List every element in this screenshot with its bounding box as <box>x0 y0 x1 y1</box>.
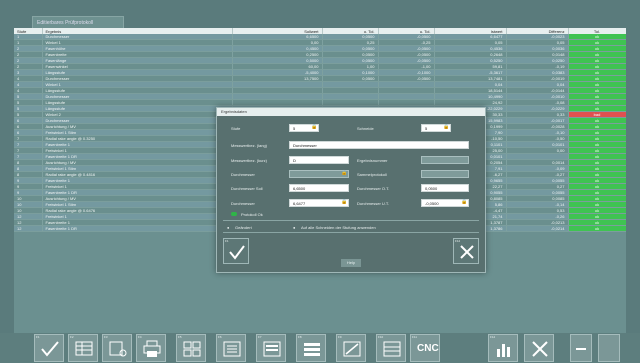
protokoll-ok-toggle[interactable] <box>231 212 237 216</box>
f8-sort-button[interactable]: F8 <box>296 334 326 362</box>
lock-icon: 🔒 <box>461 199 468 205</box>
differenz-cell: -0,0214 <box>506 225 569 232</box>
ergebnis-cell: Fasenbreite 1 DR <box>42 225 233 232</box>
cancel-toolbar-button[interactable] <box>524 334 554 362</box>
checkmark-icon <box>229 245 245 260</box>
key-label: F10 <box>378 335 384 339</box>
minimize-button[interactable] <box>570 334 592 362</box>
protokoll-ok-label: Protokoll Ok <box>241 212 263 217</box>
f12-statistics-button[interactable]: F12 <box>488 334 518 362</box>
messwert-lang-label: Messwertbez. (lang) <box>231 143 268 148</box>
soll-field[interactable]: 6,6500 <box>289 184 349 192</box>
key-label: F6 <box>218 335 222 339</box>
key-label: F1 <box>36 335 40 339</box>
sammelprotokoll-label: Sammelprotokoll <box>357 172 387 177</box>
lock-icon: 🔒 <box>443 124 450 130</box>
minus-icon <box>576 348 586 350</box>
settings-table-icon <box>109 341 127 357</box>
schneide-label: Schneide <box>357 126 374 131</box>
f1-confirm-button[interactable]: F1 <box>34 334 64 362</box>
ergebnisnummer-field[interactable] <box>421 156 469 164</box>
sort-icon <box>304 343 320 356</box>
key-label: F2 <box>70 335 74 339</box>
stufe-cell: 12 <box>14 225 43 232</box>
utol-label: Durchmesser U.T. <box>357 201 390 206</box>
export-table-icon <box>383 341 401 357</box>
key-label: F5 <box>178 335 182 339</box>
edit-table-icon <box>343 341 361 357</box>
f6-list-button[interactable]: F6 <box>216 334 246 362</box>
key-label: F3 <box>104 335 108 339</box>
key-label: F11 <box>412 335 417 339</box>
function-key-toolbar: F1 F2 F3 F4 F5 F6 F7 F8 F9 F10 F11 CNC F… <box>0 333 640 363</box>
key-label: F7 <box>258 335 262 339</box>
option-geaendert-label: Geändert <box>235 225 252 230</box>
dialog-title: Ergebnisdaten <box>217 108 485 116</box>
lock-icon: 🔒 <box>341 170 348 176</box>
divider <box>223 232 479 233</box>
result-data-dialog: Ergebnisdaten Stufe 5 🔒 Schneide 5 🔒 Mes… <box>216 107 486 273</box>
option-apply-all-label: Auf alle Schneiden der Stufung anwenden <box>301 225 376 230</box>
f11-cnc-button[interactable]: F11 CNC <box>410 334 440 362</box>
key-label: F9 <box>338 335 342 339</box>
key-label: F4 <box>138 335 142 339</box>
radio-icon[interactable]: ● <box>293 225 295 230</box>
tolerance-status: ok <box>568 225 626 232</box>
tab-bar: Editierbares Prüfprotokoll <box>14 6 626 28</box>
key-label: F8 <box>298 335 302 339</box>
lock-icon: 🔒 <box>311 124 318 130</box>
app-window: Editierbares Prüfprotokoll Stufe Ergebni… <box>0 0 640 363</box>
durchmesser-field[interactable] <box>289 170 349 178</box>
f4-print-button[interactable]: F4 <box>136 334 166 362</box>
f3-settings-button[interactable]: F3 <box>102 334 132 362</box>
bar-chart-icon <box>497 344 510 357</box>
close-icon <box>532 341 548 357</box>
f7-document-button[interactable]: F7 <box>256 334 286 362</box>
f5-grid-button[interactable]: F5 <box>176 334 206 362</box>
close-icon <box>460 245 474 259</box>
ist-field[interactable]: 6,6477 <box>289 199 349 207</box>
stufe-label: Stufe <box>231 126 241 131</box>
f10-export-button[interactable]: F10 <box>376 334 406 362</box>
soll-label: Durchmesser Soll <box>231 186 263 191</box>
ergebnisnummer-label: Ergebnisnummer <box>357 158 388 163</box>
f9-edit-table-button[interactable]: F9 <box>336 334 366 362</box>
checkmark-icon <box>41 341 59 357</box>
document-icon <box>263 341 281 357</box>
list-icon <box>223 341 241 357</box>
radio-icon[interactable]: ● <box>227 225 229 230</box>
otol-field[interactable]: 0,0500 <box>421 184 469 192</box>
cancel-button[interactable]: F12 <box>453 238 479 264</box>
grid-icon <box>183 341 201 357</box>
otol-label: Durchmesser O.T. <box>357 186 390 191</box>
printer-icon <box>143 340 161 357</box>
messwert-lang-field[interactable]: Durchmesser <box>289 141 469 149</box>
durchmesser-label: Durchmesser <box>231 172 255 177</box>
sammelprotokoll-field[interactable] <box>421 170 469 178</box>
help-button[interactable]: Help <box>341 259 361 267</box>
table-icon <box>75 341 93 356</box>
cnc-label: CNC <box>417 343 439 354</box>
lock-icon: 🔒 <box>341 199 348 205</box>
messwert-kurz-label: Messwertbez. (kurz) <box>231 158 268 163</box>
extra-button[interactable] <box>598 334 620 362</box>
ist-label: Durchmesser <box>231 201 255 206</box>
tab-protocol[interactable]: Editierbares Prüfprotokoll <box>32 16 124 28</box>
f2-table-button[interactable]: F2 <box>68 334 98 362</box>
divider <box>223 220 479 221</box>
key-label: F12 <box>490 335 496 339</box>
messwert-kurz-field[interactable]: D <box>289 156 349 164</box>
confirm-button[interactable]: F1 <box>223 238 249 264</box>
